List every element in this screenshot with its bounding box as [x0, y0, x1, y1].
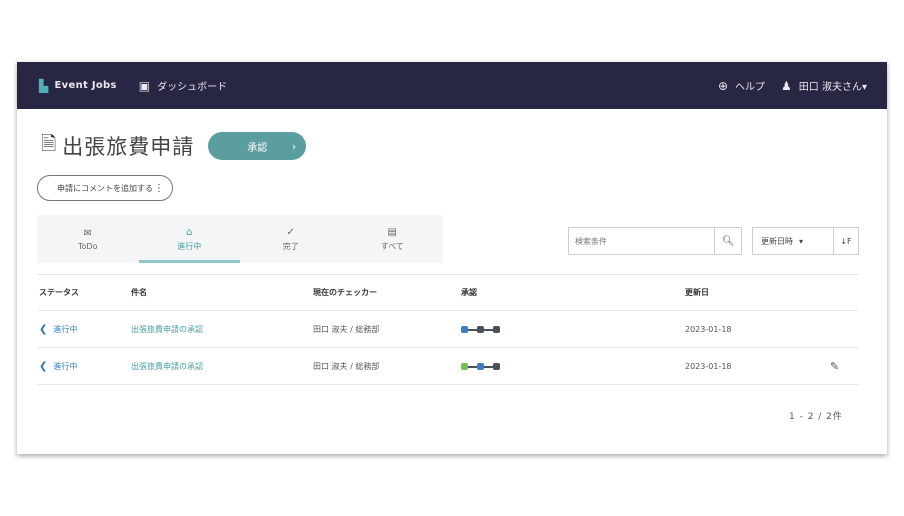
approval-flow	[461, 326, 500, 333]
flow-node	[477, 363, 484, 370]
brand-name: Event Jobs	[54, 80, 117, 91]
add-comment-label: 申請にコメントを追加する	[57, 183, 153, 193]
car-icon: ▣	[138, 78, 151, 93]
flow-connector	[484, 328, 493, 331]
header-approval: 承認	[461, 288, 477, 297]
sort-order-label: ↓F	[840, 236, 852, 246]
tab-all-label: すべて	[380, 241, 404, 251]
main-card: ▙ Event Jobs ▣ ダッシュボード ⊕ ヘルプ ♟ 田口 淑夫さん▾ …	[17, 62, 887, 454]
brand-logo[interactable]: ▙ Event Jobs	[39, 79, 117, 93]
arrow-left-icon: ❮	[39, 324, 48, 335]
user-icon: ♟	[781, 78, 792, 93]
row-updated: 2023-01-18	[685, 362, 732, 371]
nav-dashboard-label: ダッシュボード	[157, 82, 228, 93]
globe-icon: ⊕	[717, 78, 729, 93]
row-status-label: 進行中	[53, 325, 78, 334]
status-tabs: ✉ ToDo ⌂ 進行中 ✓ 完了 ▤ すべて	[37, 215, 443, 263]
search-icon: 🔍︎	[721, 235, 735, 247]
chevron-down-icon: ▾	[799, 236, 804, 246]
check-icon: ✓	[286, 226, 295, 238]
flow-node	[493, 326, 500, 333]
row-subject-link[interactable]: 出張旅費申請の承認	[131, 361, 203, 372]
row-subject-link[interactable]: 出張旅費申請の承認	[131, 324, 203, 335]
home-icon: ⌂	[186, 226, 193, 238]
search-button[interactable]: 🔍︎	[714, 228, 741, 254]
nav-user-menu[interactable]: ♟ 田口 淑夫さん▾	[781, 78, 867, 94]
flow-node	[493, 363, 500, 370]
header-checker: 現在のチェッカー	[313, 288, 377, 297]
table-header-row: ステータス 件名 現在のチェッカー 承認 更新日	[37, 275, 859, 311]
chart-logo-icon: ▙	[39, 78, 49, 93]
paperclip-icon[interactable]: ✎	[830, 360, 839, 373]
pagination-info: 1 - 2 / 2件	[789, 412, 843, 422]
row-status-label: 進行中	[53, 362, 78, 371]
header-status: ステータス	[39, 288, 79, 297]
add-comment-button[interactable]: 申請にコメントを追加する ⋮	[37, 175, 173, 201]
tab-todo[interactable]: ✉ ToDo	[37, 215, 139, 263]
tab-all[interactable]: ▤ すべて	[342, 215, 444, 263]
sort-order-button[interactable]: ↓F	[833, 228, 858, 254]
row-status: ❮ 進行中	[39, 361, 77, 372]
tab-todo-label: ToDo	[78, 241, 98, 251]
sort-select[interactable]: 更新日時 ▾ ↓F	[752, 227, 859, 255]
archive-icon: ▤	[387, 226, 397, 238]
tab-done[interactable]: ✓ 完了	[240, 215, 342, 263]
flow-connector	[468, 365, 477, 368]
flow-connector	[484, 365, 493, 368]
search-input[interactable]	[569, 228, 715, 254]
row-updated: 2023-01-18	[685, 325, 732, 334]
page-header: 🗎 出張旅費申請 承認 ›	[41, 130, 307, 162]
tab-in-progress[interactable]: ⌂ 進行中	[138, 215, 241, 263]
status-button-label: 承認	[247, 142, 268, 154]
nav-user-label: 田口 淑夫さん▾	[798, 82, 867, 93]
row-checker: 田口 淑夫 / 総務部	[313, 362, 380, 371]
table-row[interactable]: ❮ 進行中 出張旅費申請の承認 田口 淑夫 / 総務部 2023-01-18 ✎	[37, 349, 859, 385]
tab-in-progress-label: 進行中	[177, 241, 202, 251]
header-updated: 更新日	[685, 288, 709, 297]
header-subject: 件名	[131, 288, 147, 297]
arrow-left-icon: ❮	[39, 361, 48, 372]
nav-help[interactable]: ⊕ ヘルプ	[717, 78, 766, 94]
nav-right: ⊕ ヘルプ ♟ 田口 淑夫さん▾	[702, 78, 867, 94]
table-row[interactable]: ❮ 進行中 出張旅費申請の承認 田口 淑夫 / 総務部 2023-01-18	[37, 312, 859, 348]
tab-done-label: 完了	[282, 241, 299, 251]
flow-node	[461, 363, 468, 370]
flow-connector	[468, 328, 477, 331]
search-box: 🔍︎	[568, 227, 742, 255]
chevron-right-icon: ›	[291, 139, 297, 153]
flow-node	[461, 326, 468, 333]
nav-help-label: ヘルプ	[735, 82, 766, 93]
approval-flow	[461, 363, 500, 370]
page-title: 出張旅費申請	[62, 135, 195, 159]
nav-dashboard[interactable]: ▣ ダッシュボード	[138, 78, 228, 94]
document-icon: 🗎	[41, 133, 57, 155]
top-navbar: ▙ Event Jobs ▣ ダッシュボード ⊕ ヘルプ ♟ 田口 淑夫さん▾	[17, 62, 887, 109]
row-checker: 田口 淑夫 / 総務部	[313, 325, 380, 334]
more-vertical-icon: ⋮	[154, 182, 164, 194]
flow-node	[477, 326, 484, 333]
inbox-icon: ✉	[83, 227, 92, 239]
row-status: ❮ 進行中	[39, 324, 77, 335]
sort-label: 更新日時	[761, 236, 793, 246]
status-button[interactable]: 承認 ›	[208, 132, 307, 160]
